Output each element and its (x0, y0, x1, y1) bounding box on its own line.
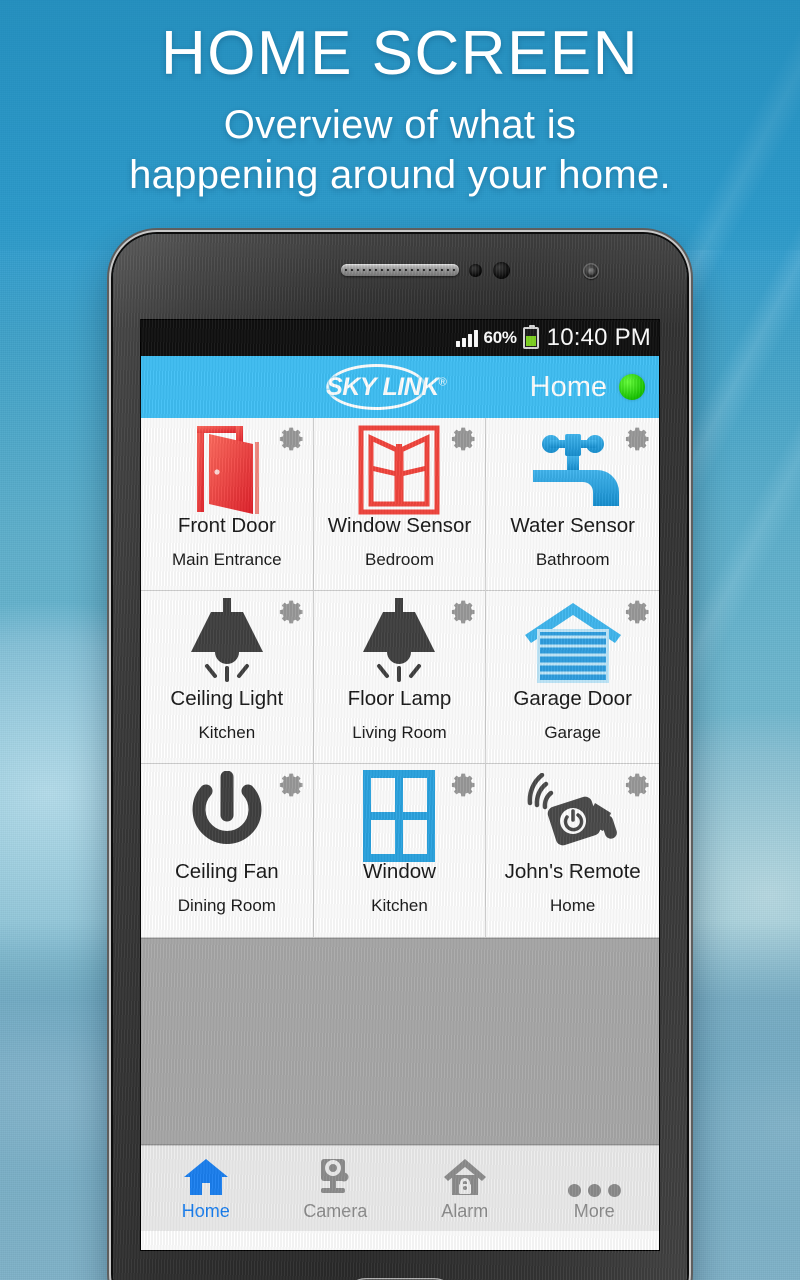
empty-content-area (141, 938, 659, 1145)
logo-text-sky: SKY (326, 372, 376, 401)
device-icon-faucet-icon (523, 420, 623, 520)
device-name: Floor Lamp (347, 687, 452, 710)
device-tile-johns-remote[interactable]: John's Remote Home (486, 764, 659, 937)
promo-subtitle: Overview of what is happening around you… (0, 101, 800, 200)
proximity-sensor-icon (469, 264, 482, 277)
device-location: Kitchen (198, 722, 256, 742)
tab-camera[interactable]: Camera (271, 1146, 401, 1231)
device-name: Garage Door (513, 687, 632, 710)
gear-icon[interactable] (450, 771, 478, 799)
tab-label: Alarm (441, 1201, 489, 1221)
phone-device-frame: 60% 10:40 PM SKY LINK® Home Front Door M… (113, 234, 687, 1280)
device-tile-ceiling-light[interactable]: Ceiling Light Kitchen (141, 591, 314, 764)
tab-label: Camera (303, 1201, 368, 1221)
earpiece-speaker (341, 264, 459, 276)
tab-more[interactable]: More (530, 1146, 660, 1231)
front-camera-icon (583, 263, 599, 279)
device-name: John's Remote (504, 860, 641, 883)
bottom-tab-bar: Home Camera Alarm More (141, 1145, 659, 1231)
device-icon-remote-signal-icon (523, 766, 623, 866)
tab-label: Home (181, 1201, 230, 1221)
promo-subtitle-line-2: happening around your home. (129, 152, 671, 197)
device-name: Front Door (177, 514, 276, 537)
device-name: Ceiling Fan (174, 860, 279, 883)
skylink-logo: SKY LINK® (300, 362, 472, 412)
alarm-house-lock-icon (442, 1155, 488, 1197)
gear-icon[interactable] (624, 771, 652, 799)
device-location: Garage (544, 722, 602, 742)
device-icon-floor-lamp-icon (349, 593, 449, 693)
phone-bezel-gloss (113, 234, 687, 330)
logo-text-link: LINK (382, 372, 439, 401)
device-location: Bathroom (535, 549, 610, 569)
device-grid: Front Door Main Entrance Window Sensor B… (141, 418, 659, 938)
device-icon-door-open-icon (189, 420, 265, 520)
device-name: Ceiling Light (170, 687, 284, 710)
gear-icon[interactable] (278, 425, 306, 453)
battery-percent-label: 60% (483, 328, 517, 347)
device-tile-water-sensor[interactable]: Water Sensor Bathroom (486, 418, 659, 591)
header-location-group[interactable]: Home (530, 371, 645, 404)
device-icon-garage-door-icon (523, 593, 623, 693)
tab-alarm[interactable]: Alarm (400, 1146, 530, 1231)
logo-text: SKY LINK® (326, 372, 447, 402)
light-sensor-icon (493, 262, 510, 279)
status-bar-clock: 10:40 PM (546, 324, 651, 351)
logo-registered-mark: ® (438, 376, 447, 389)
app-header-bar: SKY LINK® Home (141, 356, 659, 418)
signal-bars-icon (455, 329, 478, 347)
device-location: Bedroom (365, 549, 434, 569)
device-tile-window-sensor[interactable]: Window Sensor Bedroom (313, 418, 487, 591)
device-tile-garage-door[interactable]: Garage Door Garage (486, 591, 659, 764)
device-tile-front-door[interactable]: Front Door Main Entrance (141, 418, 314, 591)
device-name: Window Sensor (327, 514, 472, 537)
device-icon-ceiling-lamp-icon (177, 593, 277, 693)
tab-label: More (573, 1201, 615, 1221)
home-icon (182, 1155, 230, 1197)
gear-icon[interactable] (450, 425, 478, 453)
gear-icon[interactable] (624, 598, 652, 626)
promo-subtitle-line-1: Overview of what is (223, 103, 577, 148)
device-tile-ceiling-fan[interactable]: Ceiling Fan Dining Room (141, 764, 314, 937)
page-title: HOME SCREEN (160, 19, 640, 88)
device-location: Kitchen (371, 895, 428, 915)
android-status-bar: 60% 10:40 PM (141, 320, 659, 356)
device-tile-window[interactable]: Window Kitchen (313, 764, 487, 937)
gear-icon[interactable] (278, 598, 306, 626)
device-location: Dining Room (177, 895, 276, 915)
connection-status-badge (619, 374, 645, 400)
gear-icon[interactable] (450, 598, 478, 626)
device-name: Water Sensor (510, 514, 635, 537)
phone-screen: 60% 10:40 PM SKY LINK® Home Front Door M… (141, 320, 659, 1250)
gear-icon[interactable] (278, 771, 306, 799)
gear-icon[interactable] (624, 425, 652, 453)
device-location: Main Entrance (172, 549, 282, 569)
promo-text-block: HOME SCREEN Overview of what is happenin… (0, 22, 800, 200)
device-location: Home (549, 895, 596, 915)
current-location-label: Home (529, 370, 607, 403)
battery-icon (522, 325, 539, 349)
camera-icon (313, 1155, 357, 1197)
device-icon-power-icon (184, 766, 270, 866)
ellipsis-icon (567, 1155, 621, 1197)
device-name: Window (363, 860, 436, 883)
device-icon-window-open-icon (357, 420, 441, 520)
tab-home[interactable]: Home (141, 1146, 271, 1231)
device-location: Living Room (352, 722, 447, 742)
device-tile-floor-lamp[interactable]: Floor Lamp Living Room (313, 591, 487, 764)
device-icon-window-grid-icon (363, 766, 436, 866)
